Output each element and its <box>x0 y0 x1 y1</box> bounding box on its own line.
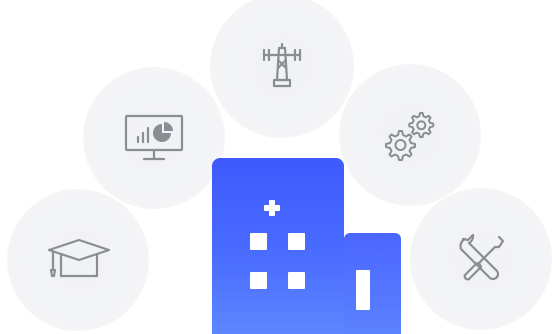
gears-bubble <box>339 64 481 206</box>
building-window <box>250 272 267 289</box>
monitor-chart-icon <box>124 114 184 161</box>
annex-door <box>356 270 370 310</box>
medical-cross-icon <box>264 200 280 216</box>
hospital-building-icon <box>212 158 344 334</box>
antenna-bubble <box>210 0 354 138</box>
tools-bubble <box>410 188 552 330</box>
gears-icon <box>385 112 435 161</box>
monitor-bubble <box>83 67 225 209</box>
building-window <box>288 233 305 250</box>
antenna-tower-icon <box>262 42 302 88</box>
graduation-bubble <box>7 189 149 331</box>
building-window <box>288 272 305 289</box>
building-window <box>250 233 267 250</box>
hospital-annex <box>344 233 401 334</box>
graduation-cap-icon <box>47 238 111 278</box>
illustration-stage <box>0 0 552 334</box>
wrench-screwdriver-icon <box>459 233 505 281</box>
